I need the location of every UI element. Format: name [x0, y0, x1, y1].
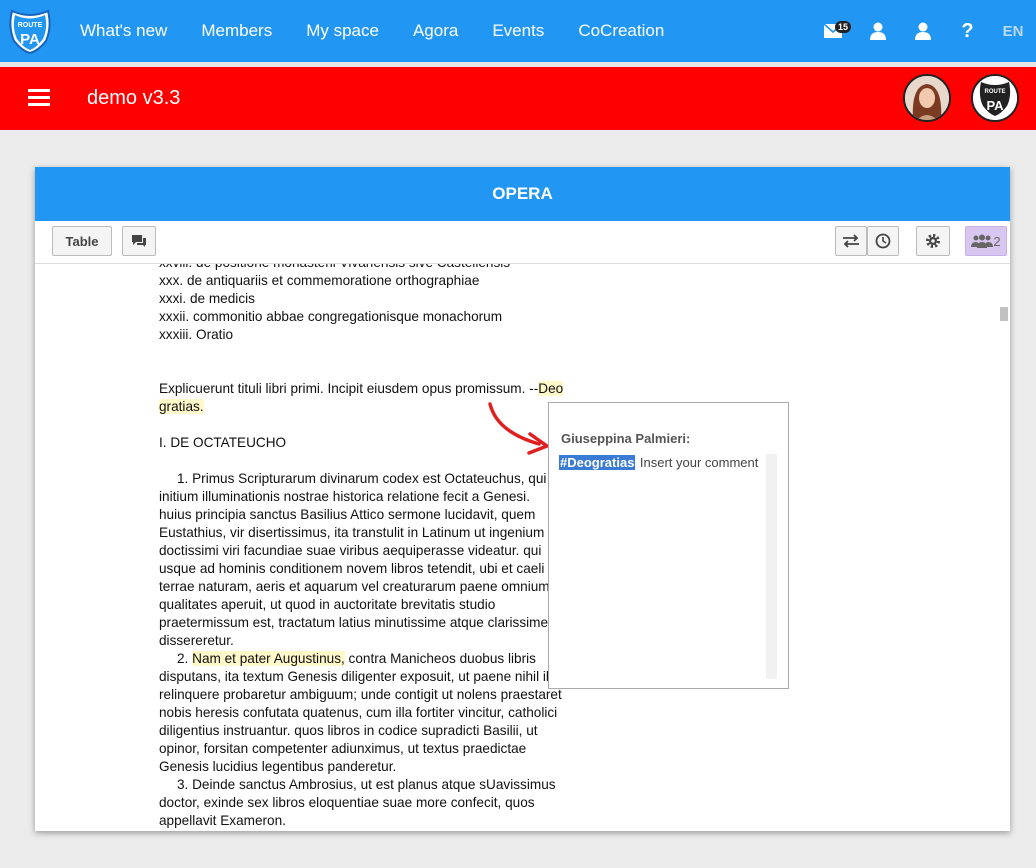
doc-line: 3. Deinde sanctus Ambrosius, ut est plan… [177, 777, 556, 792]
page-title: demo v3.3 [87, 87, 181, 109]
doc-line: xxxiii. Oratio [159, 327, 234, 342]
comment-author: Giuseppina Palmieri: [561, 431, 691, 446]
highlighted-text[interactable]: Nam et pater Augustinus, [192, 651, 345, 666]
comment-button[interactable] [122, 226, 156, 256]
swap-icon [843, 234, 859, 248]
doc-line: terrae naturam, aeris et aquarum vel cre… [159, 579, 550, 594]
user-icon [914, 22, 931, 40]
comment-popup: Giuseppina Palmieri: #Deogratias Insert … [548, 402, 789, 689]
doc-line: xxviii. de positione monasterii Vivarien… [159, 264, 569, 272]
doc-line: dissereretur. [159, 633, 234, 648]
annotation-arrow [488, 402, 549, 455]
comment-placeholder: Insert your comment [639, 455, 759, 470]
route-to-pa-avatar[interactable]: ROUTE PA [971, 74, 1019, 122]
chat-icon [132, 235, 146, 247]
nav-members[interactable]: Members [201, 21, 272, 41]
nav-whats-new[interactable]: What's new [80, 21, 167, 41]
doc-line: 1. Primus Scripturarum divinarum codex e… [177, 471, 547, 486]
account-button[interactable] [900, 0, 945, 62]
doc-line: qualitates aperuit, ut quod in auctorita… [159, 597, 496, 612]
profile-button[interactable] [855, 0, 900, 62]
doc-line: relinquere probaretur ambiguum; unde con… [159, 687, 562, 702]
explicit-line: Explicuerunt tituli libri primi. Incipit… [159, 381, 564, 396]
route-to-pa-logo[interactable]: ROUTE PA [6, 7, 54, 55]
doc-line: doctissimi viri facundiae suae viribus a… [159, 543, 542, 558]
doc-line: nobis heresis confutata quatenus, cum il… [159, 705, 558, 720]
svg-text:ROUTE: ROUTE [985, 89, 1006, 95]
editor-toolbar: Table 2 [35, 221, 1010, 264]
document-scrollbar[interactable] [997, 264, 1010, 831]
collaborators-button[interactable]: 2 [965, 226, 1007, 256]
swap-button[interactable] [835, 226, 867, 256]
nav-my-space[interactable]: My space [306, 21, 379, 41]
gear-icon [926, 234, 940, 248]
mail-button[interactable]: 15 [810, 0, 855, 62]
doc-line: xxxii. commonitio abbae congregationisqu… [159, 309, 503, 324]
highlighted-text[interactable]: Deo [538, 381, 564, 396]
svg-text:PA: PA [986, 98, 1004, 113]
doc-line: Genesis lucidius legentibus panderetur. [159, 759, 397, 774]
table-button[interactable]: Table [52, 226, 112, 256]
hashtag-chip[interactable]: #Deogratias [559, 455, 636, 470]
help-button[interactable]: ? [945, 0, 990, 62]
highlighted-text[interactable]: gratias. [159, 399, 204, 414]
clock-icon [875, 233, 891, 249]
settings-button[interactable] [916, 226, 950, 256]
document-editor[interactable]: xxviii. de positione monasterii Vivarien… [35, 264, 962, 831]
doc-line: initium illuminationis nostrae historica… [159, 489, 530, 504]
history-button[interactable] [867, 226, 899, 256]
nav-events[interactable]: Events [492, 21, 544, 41]
doc-line: xxxi. de medicis [159, 291, 255, 306]
doc-line: appellavit Exameron. [159, 813, 286, 828]
language-selector[interactable]: EN [990, 0, 1036, 62]
app-header: demo v3.3 ROUTE PA [0, 67, 1036, 130]
mail-badge: 15 [835, 21, 852, 33]
doc-line: disputans, ita textum Genesis diligenter… [159, 669, 557, 684]
collaborators-count: 2 [993, 233, 1001, 249]
svg-text:PA: PA [20, 31, 40, 48]
user-avatar[interactable] [903, 74, 951, 122]
card-title: OPERA [35, 167, 1010, 221]
nav-agora[interactable]: Agora [413, 21, 458, 41]
doc-line: huius principia sanctus Basilius Attico … [159, 507, 536, 522]
svg-text:ROUTE: ROUTE [18, 22, 43, 29]
doc-line: praetermissum est, tractatum latius minu… [159, 615, 549, 630]
doc-line: 2. Nam et pater Augustinus, contra Manic… [177, 651, 536, 666]
user-icon [869, 22, 886, 40]
users-icon [971, 234, 994, 248]
doc-line: xxx. de antiquariis et commemoratione or… [159, 273, 480, 288]
doc-line: diligentius instruantur. quos libros in … [159, 723, 538, 738]
doc-line: opinor, forsitan competenter adiunximus,… [159, 741, 527, 756]
doc-line: usque ad hominis conditionem novem libro… [159, 561, 560, 576]
doc-line: Eustathius, vir disertissimus, ita trans… [159, 525, 545, 540]
menu-icon[interactable] [28, 89, 50, 107]
top-navbar: ROUTE PA What's new Members My space Ago… [0, 0, 1036, 62]
scrollbar-thumb[interactable] [1000, 307, 1008, 321]
comment-scrollbar[interactable] [766, 454, 777, 679]
doc-line: doctor, exinde sex libros eloquentiae su… [159, 795, 535, 810]
comment-input[interactable]: #Deogratias Insert your comment [559, 454, 777, 679]
nav-cocreation[interactable]: CoCreation [578, 21, 664, 41]
